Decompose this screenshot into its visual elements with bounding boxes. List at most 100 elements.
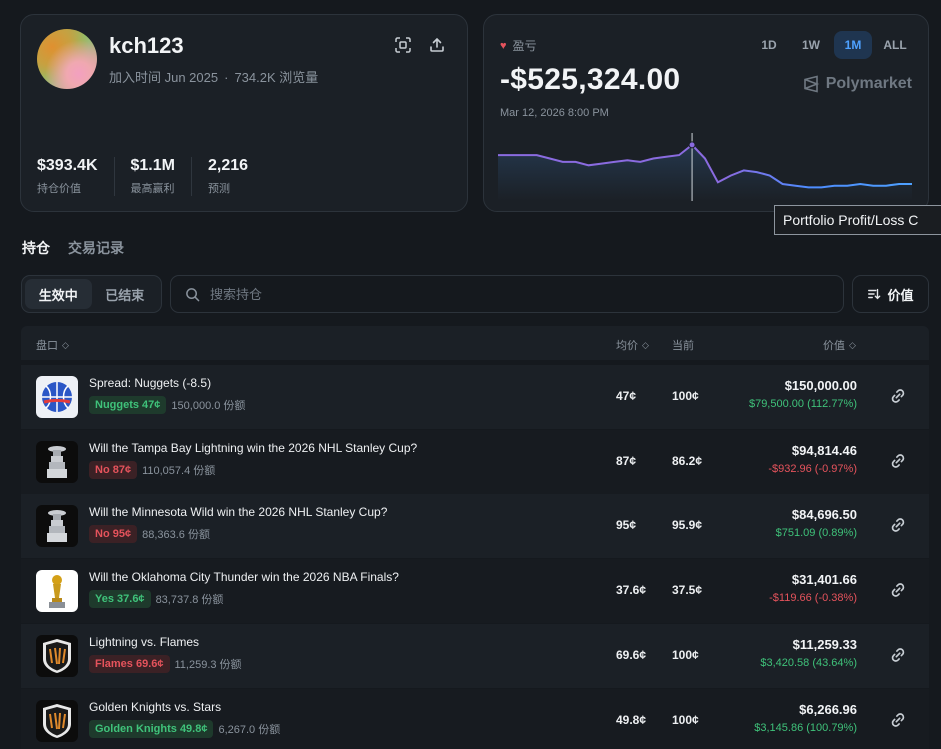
- heart-icon: ♥: [500, 39, 507, 52]
- pnl-date: Mar 12, 2026 8:00 PM: [500, 107, 609, 119]
- market-title[interactable]: Spread: Nuggets (-8.5): [89, 376, 211, 390]
- header-label: 均价: [616, 340, 638, 352]
- search-box: [170, 275, 844, 313]
- search-icon: [186, 287, 200, 301]
- current-price: 100¢: [672, 713, 699, 727]
- scan-icon[interactable]: [393, 35, 413, 55]
- market-title[interactable]: Will the Minnesota Wild win the 2026 NHL…: [89, 505, 387, 519]
- position-meta: Flames 69.6¢ 11,259.3 份额: [89, 655, 242, 673]
- nhl-logo-icon: [36, 635, 78, 677]
- profile-meta: 加入时间 Jun 2025 · 734.2K 浏览量: [109, 67, 318, 86]
- shares: 6,267.0 份额: [218, 724, 281, 736]
- table-header: 盘口 ◇ 均价 ◇ 当前 价值 ◇: [21, 326, 929, 360]
- link-icon[interactable]: [889, 452, 907, 470]
- sort-button[interactable]: 价值: [852, 275, 929, 313]
- period-1w[interactable]: 1W: [792, 31, 830, 59]
- avg-price: 49.8¢: [616, 713, 647, 727]
- outcome-badge: Nuggets 47¢: [89, 396, 167, 414]
- outcome-badge: Flames 69.6¢: [89, 655, 170, 673]
- position-meta: No 87¢ 110,057.4 份额: [89, 461, 215, 479]
- link-icon[interactable]: [889, 516, 907, 534]
- table-row[interactable]: Will the Oklahoma City Thunder win the 2…: [21, 559, 929, 623]
- avg-price: 37.6¢: [616, 583, 647, 597]
- table-row[interactable]: Will the Minnesota Wild win the 2026 NHL…: [21, 494, 929, 558]
- stat-value: $393.4K: [37, 157, 98, 174]
- position-meta: Yes 37.6¢ 83,737.8 份额: [89, 590, 223, 608]
- shares: 11,259.3 份额: [174, 659, 242, 671]
- chart-tooltip: Portfolio Profit/Loss C: [774, 205, 941, 235]
- nhl-logo-icon: [36, 700, 78, 742]
- sort-icon: [868, 288, 881, 300]
- current-price: 86.2¢: [672, 454, 703, 468]
- pnl-value: -$525,324.00: [500, 63, 681, 96]
- current-price: 100¢: [672, 389, 699, 403]
- market-title[interactable]: Will the Tampa Bay Lightning win the 202…: [89, 441, 417, 455]
- position-change: $751.09 (0.89%): [775, 527, 857, 539]
- meta-separator: ·: [224, 70, 229, 85]
- header-avg[interactable]: 均价 ◇: [616, 337, 649, 353]
- shares: 110,057.4 份额: [142, 465, 216, 477]
- period-selector: 1D 1W 1M ALL: [750, 31, 914, 59]
- stat-positions-value: $393.4K 持仓价值: [37, 157, 114, 196]
- profile-card: kch123 加入时间 Jun 2025 · 734.2K 浏览量 $393.4K …: [20, 14, 468, 212]
- header-label: 价值: [823, 340, 845, 352]
- shares: 83,737.8 份额: [155, 594, 224, 606]
- link-icon[interactable]: [889, 646, 907, 664]
- stat-predictions: 2,216 预测: [190, 157, 264, 196]
- table-row[interactable]: Spread: Nuggets (-8.5) Nuggets 47¢ 150,0…: [21, 365, 929, 429]
- avatar: [37, 29, 97, 89]
- share-icon[interactable]: [427, 35, 447, 55]
- table-row[interactable]: Lightning vs. Flames Flames 69.6¢ 11,259…: [21, 624, 929, 688]
- market-title[interactable]: Golden Knights vs. Stars: [89, 700, 221, 714]
- header-market[interactable]: 盘口 ◇: [36, 337, 69, 353]
- header-label: 当前: [672, 340, 694, 352]
- pnl-label-row: ♥ 盈亏: [500, 37, 537, 54]
- current-price: 100¢: [672, 648, 699, 662]
- shares: 88,363.6 份额: [142, 529, 210, 541]
- stat-value: $1.1M: [130, 157, 175, 174]
- profile-stats: $393.4K 持仓价值 $1.1M 最高赢利 2,216 预测: [37, 157, 264, 196]
- period-1d[interactable]: 1D: [750, 31, 788, 59]
- link-icon[interactable]: [889, 387, 907, 405]
- position-change: -$932.96 (-0.97%): [768, 463, 857, 475]
- table-row[interactable]: Golden Knights vs. Stars Golden Knights …: [21, 689, 929, 749]
- stat-value: 2,216: [207, 157, 249, 174]
- pnl-card: ♥ 盈亏 -$525,324.00 Mar 12, 2026 8:00 PM 1…: [483, 14, 929, 212]
- link-icon[interactable]: [889, 581, 907, 599]
- market-title[interactable]: Lightning vs. Flames: [89, 635, 199, 649]
- link-icon[interactable]: [889, 711, 907, 729]
- outcome-badge: Yes 37.6¢: [89, 590, 151, 608]
- sparkline-cursor-dot: [688, 141, 696, 149]
- period-1m[interactable]: 1M: [834, 31, 872, 59]
- current-price: 95.9¢: [672, 518, 703, 532]
- shares: 150,000.0 份额: [171, 400, 246, 412]
- market-title[interactable]: Will the Oklahoma City Thunder win the 2…: [89, 570, 399, 584]
- avg-price: 69.6¢: [616, 648, 647, 662]
- table-row[interactable]: Will the Tampa Bay Lightning win the 202…: [21, 430, 929, 494]
- joined-date: 加入时间 Jun 2025: [109, 70, 219, 85]
- portfolio-tabs: 持仓 交易记录: [22, 238, 124, 258]
- polymarket-brand: Polymarket: [802, 75, 912, 93]
- avg-price: 87¢: [616, 454, 637, 468]
- segment-active[interactable]: 生效中: [25, 279, 92, 309]
- segment-closed[interactable]: 已结束: [92, 279, 159, 309]
- header-value[interactable]: 价值 ◇: [823, 337, 856, 353]
- tab-positions[interactable]: 持仓: [22, 238, 50, 258]
- position-meta: Golden Knights 49.8¢ 6,267.0 份额: [89, 720, 280, 738]
- search-input[interactable]: [210, 286, 810, 302]
- stat-label: 持仓价值: [37, 183, 81, 195]
- username: kch123: [109, 33, 184, 58]
- position-meta: Nuggets 47¢ 150,000.0 份额: [89, 396, 245, 414]
- status-segmented-control: 生效中 已结束: [21, 275, 162, 313]
- position-change: -$119.66 (-0.38%): [769, 592, 857, 604]
- outcome-badge: No 95¢: [89, 525, 138, 543]
- sort-arrows-icon: ◇: [642, 339, 649, 350]
- period-all[interactable]: ALL: [876, 31, 914, 59]
- tab-activity[interactable]: 交易记录: [68, 238, 124, 258]
- avg-price: 47¢: [616, 389, 637, 403]
- pnl-label: 盈亏: [512, 39, 537, 53]
- position-value: $31,401.66: [791, 572, 857, 587]
- stanley-cup-icon: [36, 505, 78, 547]
- current-price: 37.5¢: [672, 583, 703, 597]
- sparkline-area: [498, 144, 912, 201]
